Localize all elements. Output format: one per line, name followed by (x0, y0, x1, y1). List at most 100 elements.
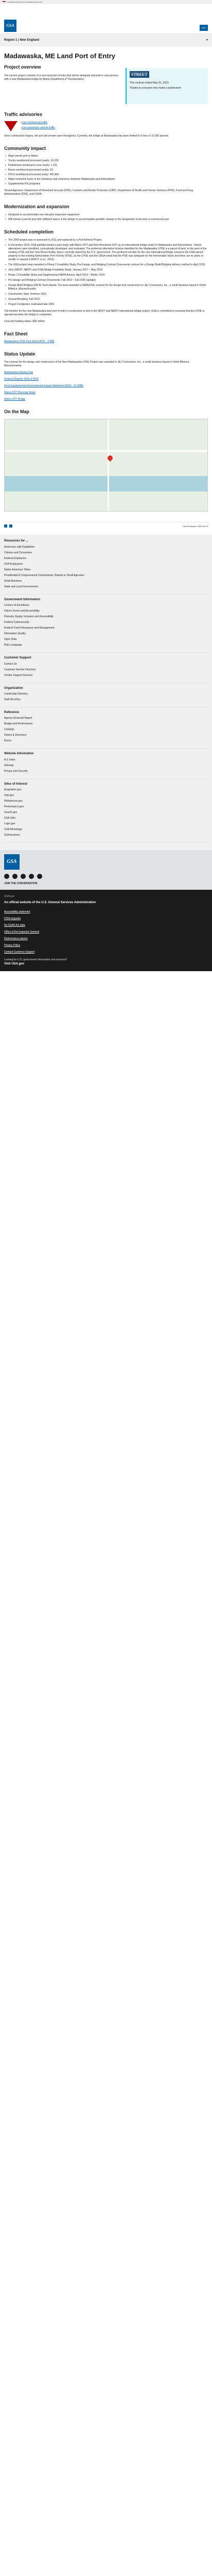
identifier-link[interactable]: Performance reports (4, 937, 208, 941)
footer-link[interactable]: Native American Tribes (4, 568, 208, 572)
traffic-note: Once construction begins, the port will … (4, 134, 169, 138)
maine-dot-bridge-link[interactable]: Maine DOT Bridge (4, 398, 208, 401)
twitter-icon[interactable] (12, 874, 17, 879)
footer-link[interactable]: GSA Auctions (4, 834, 208, 837)
schedule-list: The 2009 project was re-assessed in 2011… (4, 239, 208, 307)
footer-link[interactable]: Americans with Disabilities (4, 546, 208, 549)
footer-group-title: Organization (4, 686, 23, 690)
fact-sheet-heading: Fact Sheet (4, 331, 28, 336)
list-item: Designed to accommodate non-intrusive in… (5, 213, 208, 217)
footer-link[interactable]: Diversity, Equity, Inclusion and Accessi… (4, 615, 208, 619)
footer-link[interactable]: Leadership Directory (4, 692, 208, 696)
planning-study-link[interactable]: Maine DOT Planning Study (4, 391, 208, 395)
footer-group-title: Government Information (4, 598, 41, 601)
list-item: POVs westbound processed yearly: 402,802 (5, 173, 208, 177)
footer-link[interactable]: Agency Financial Report (4, 717, 208, 720)
footer-link[interactable]: A-Z Index (4, 758, 208, 762)
social-icons (4, 874, 208, 879)
footer-link[interactable]: Performance.gov (4, 805, 208, 809)
footer-nav: Resources for ... Americans with Disabil… (0, 535, 212, 851)
last-reviewed: Last Reviewed: 2023-06-22 (183, 524, 208, 528)
tenant-agencies: Tenant Agencies: Department of Homeland … (4, 189, 193, 196)
impact-heading: Community impact (4, 145, 46, 151)
footer-link[interactable]: Citizens and Consumers (4, 551, 208, 555)
footer-link[interactable]: Acquisition.gov (4, 788, 208, 792)
traffic-link-commercial[interactable]: Live commercial traffic (21, 121, 55, 125)
share-icon[interactable] (9, 524, 12, 528)
list-item: Project Completion: Estimated late 2023 (5, 303, 208, 307)
footer-link[interactable]: USA Jobs (4, 817, 208, 820)
fact-sheet-link[interactable]: Madawaska LPOE Fact Sheet [PDF - 3 MB] (4, 340, 208, 344)
footer-link[interactable]: Plain Language (4, 643, 208, 647)
status-heading: Status Update (4, 351, 36, 357)
chevron-down-icon: ▾ (206, 38, 208, 42)
footer-group-title: Website Information (4, 752, 34, 756)
footer-link[interactable]: Vote.gov (4, 794, 208, 798)
footer-link[interactable]: Whitehouse.gov (4, 800, 208, 803)
traffic-links: Live commercial traffic Live passenger v… (21, 121, 55, 131)
footer-link[interactable]: Citizen Forms and Accessibility (4, 609, 208, 613)
timeline-note: The timeline for the new Madawaska land … (4, 309, 205, 316)
list-item: Joint (MDOT, NBDTI and GSA) Bridge Feasi… (5, 268, 208, 272)
footer-group: Resources for ... Americans with Disabil… (4, 539, 208, 595)
noa-rod-link[interactable]: Federal Register NOA of ROD (4, 378, 208, 381)
identifier-link[interactable]: FOIA requests (4, 917, 208, 921)
footer-link[interactable]: Customer Service Directory (4, 668, 208, 672)
gov-identifier: GSA.gov An official website of the U.S. … (0, 890, 212, 971)
footer-link[interactable]: USA Advantage (4, 828, 208, 832)
region-nav[interactable]: Region 1 | New England ▾ (0, 34, 212, 46)
gsa-footer-logo[interactable]: GSA (4, 854, 20, 870)
impact-list: Major permit port in Maine Trucks westbo… (4, 155, 208, 186)
identifier-link[interactable]: Contact Customer Support (4, 951, 208, 954)
footer-link[interactable]: Contact Us (4, 663, 208, 666)
identifier-link[interactable]: Office of the Inspector General (4, 930, 208, 934)
footer-link[interactable]: Staff Directory (4, 698, 208, 702)
footer-group-title: Reference (4, 711, 20, 715)
visit-usa-gov-link[interactable]: Visit USA.gov (4, 962, 208, 966)
location-map[interactable] (4, 419, 208, 512)
map-heading: On the Map (4, 409, 29, 414)
footer-link[interactable]: Information Quality (4, 632, 208, 636)
list-item: Phase 2 Feasibility Study and Supplement… (5, 274, 208, 277)
footer-link[interactable]: State and Local Governments (4, 585, 208, 589)
identifier-links: Accessibility statement FOIA requests No… (4, 910, 208, 954)
footer-link[interactable]: Forms (4, 739, 208, 743)
footer-link[interactable]: Presidential & Congressional Commissions… (4, 574, 208, 578)
youtube-icon[interactable] (21, 874, 26, 879)
footer-link[interactable]: Sitemap (4, 764, 208, 768)
footer-link[interactable]: Centers of Excellence (4, 604, 208, 607)
identifier-link[interactable]: Privacy Policy (4, 944, 208, 947)
footer-link[interactable]: Vendor Support Services (4, 674, 208, 677)
footer-group-title: Customer Support (4, 656, 31, 660)
footer-link[interactable]: GSA Employees (4, 563, 208, 566)
instagram-icon[interactable] (37, 874, 42, 879)
footer-link[interactable]: Search.gov (4, 811, 208, 815)
footer-link[interactable]: Login.gov (4, 822, 208, 826)
footer-link[interactable]: Orders & Directives (4, 734, 208, 737)
feis-link[interactable]: Final Supplemental Environmental Impact … (4, 384, 208, 388)
status-paragraph: The contract for the design and construc… (4, 360, 190, 367)
footer-link[interactable]: Federal Cybersecurity (4, 621, 208, 624)
footer-link[interactable]: Federal Employees (4, 557, 208, 561)
footer-link[interactable]: Catalogs (4, 728, 208, 732)
facebook-icon[interactable] (4, 874, 9, 879)
footer-link[interactable]: Federal Travel Resources and Management (4, 626, 208, 630)
gov-banner: An official website of the United States… (0, 0, 212, 4)
industry-day-link[interactable]: Madawaska Industry Day (4, 371, 208, 375)
footer-link[interactable]: Privacy and Security (4, 770, 208, 773)
identifier-link[interactable]: No FEAR Act data (4, 924, 208, 927)
list-item: Pre-design and Bridging Contract Documen… (5, 279, 208, 282)
linkedin-icon[interactable] (29, 874, 34, 879)
list-item: Major permit port in Maine (5, 155, 208, 158)
footer-link[interactable]: Small Business (4, 580, 208, 583)
list-item: Design Build Bridging (DB-B) Team Award:… (5, 284, 208, 291)
traffic-heading: Traffic advisories (4, 112, 43, 117)
footer-link[interactable]: Open Data (4, 638, 208, 641)
traffic-link-passenger[interactable]: Live passenger vehicle traffic (21, 126, 55, 130)
identifier-link[interactable]: Accessibility statement (4, 910, 208, 914)
gsa-logo[interactable]: GSA (4, 20, 16, 32)
list-item: Pedestrians westbound cross yearly: 1,10… (5, 164, 208, 167)
footer-link[interactable]: Budget and Performance (4, 722, 208, 726)
print-icon[interactable] (4, 524, 7, 528)
menu-button[interactable]: MENU (200, 25, 208, 31)
